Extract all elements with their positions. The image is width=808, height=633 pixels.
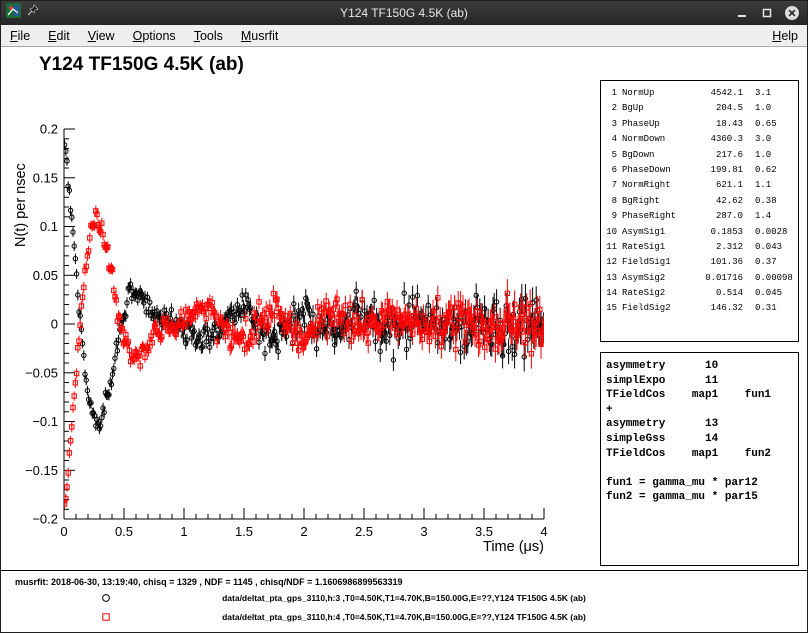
x-tick-label: 3 bbox=[420, 524, 427, 539]
fit-parameters-pave[interactable]: 1NormUp4542.13.12BgUp204.51.03PhaseUp18.… bbox=[600, 80, 799, 342]
legend-row: data/deltat_pta_gps_3110,h:3 ,T0=4.50K,T… bbox=[1, 593, 807, 605]
footer: musrfit: 2018-06-30, 13:19:40, chisq = 1… bbox=[1, 570, 807, 632]
menu-item-musrfit[interactable]: Musrfit bbox=[232, 27, 288, 45]
legend-row: data/deltat_pta_gps_3110,h:4 ,T0=4.50K,T… bbox=[1, 612, 807, 624]
x-tick-label: 2 bbox=[300, 524, 307, 539]
menu-item-options[interactable]: Options bbox=[124, 27, 185, 45]
param-row: 15FieldSig2146.320.31 bbox=[601, 301, 798, 316]
minimize-button[interactable] bbox=[734, 5, 750, 21]
app-icon bbox=[6, 3, 21, 23]
menu-bar-right: Help bbox=[763, 27, 807, 45]
param-row: 5BgDown217.61.0 bbox=[601, 148, 798, 163]
application-window: Y124 TF150G 4.5K (ab) FileEditViewOption… bbox=[0, 0, 808, 633]
menu-item-file[interactable]: File bbox=[1, 27, 39, 45]
x-tick-label: 2.5 bbox=[355, 524, 373, 539]
x-tick-label: 1 bbox=[180, 524, 187, 539]
y-tick-label: −0.1 bbox=[32, 414, 58, 429]
x-tick-label: 1.5 bbox=[235, 524, 253, 539]
menu-item-edit[interactable]: Edit bbox=[39, 27, 79, 45]
param-row: 7NormRight621.11.1 bbox=[601, 178, 798, 193]
menu-item-tools[interactable]: Tools bbox=[185, 27, 232, 45]
param-row: 1NormUp4542.13.1 bbox=[601, 86, 798, 101]
param-row: 4NormDown4360.33.0 bbox=[601, 132, 798, 147]
theory-pave[interactable]: asymmetry 10 simplExpo 11 TFieldCos map1… bbox=[600, 352, 799, 566]
y-axis-title: N(t) per nsec bbox=[13, 163, 29, 247]
param-row: 12FieldSig1101.360.37 bbox=[601, 255, 798, 270]
y-tick-label: 0.05 bbox=[33, 268, 58, 283]
x-tick-label: 3.5 bbox=[475, 524, 493, 539]
y-tick-label: 0.2 bbox=[40, 122, 58, 137]
param-row: 3PhaseUp18.430.65 bbox=[601, 117, 798, 132]
title-bar[interactable]: Y124 TF150G 4.5K (ab) bbox=[1, 1, 807, 25]
menu-bar-left: FileEditViewOptionsToolsMusrfit bbox=[1, 27, 287, 45]
maximize-button[interactable] bbox=[759, 5, 775, 21]
y-tick-label: 0.15 bbox=[33, 170, 58, 185]
legend-marker-circle-icon bbox=[101, 593, 111, 605]
legend-marker-square-icon bbox=[101, 612, 111, 624]
y-tick-label: −0.15 bbox=[25, 463, 58, 478]
param-row: 8BgRight42.620.38 bbox=[601, 194, 798, 209]
param-row: 2BgUp204.51.0 bbox=[601, 101, 798, 116]
pin-icon[interactable] bbox=[27, 4, 39, 22]
param-row: 14RateSig20.5140.045 bbox=[601, 286, 798, 301]
legend-label: data/deltat_pta_gps_3110,h:4 ,T0=4.50K,T… bbox=[222, 612, 586, 622]
fit-stats: musrfit: 2018-06-30, 13:19:40, chisq = 1… bbox=[15, 577, 402, 587]
param-row: 11RateSig12.3120.043 bbox=[601, 240, 798, 255]
param-row: 9PhaseRight287.01.4 bbox=[601, 209, 798, 224]
x-axis-title: Time (μs) bbox=[483, 539, 544, 555]
y-tick-label: −0.05 bbox=[25, 365, 58, 380]
x-tick-label: 4 bbox=[540, 524, 547, 539]
root-canvas[interactable]: Y124 TF150G 4.5K (ab) 00.511.522.533.54−… bbox=[1, 47, 807, 632]
param-row: 13AsymSig20.017160.00098 bbox=[601, 271, 798, 286]
plot[interactable]: 0 0.5 1 1.5 2 2.5 3 3.5 4 −0.2 −0.15 −0.1 −0.05 0 0.05… bbox=[1, 47, 601, 570]
fit-parameters-list: 1NormUp4542.13.12BgUp204.51.03PhaseUp18.… bbox=[601, 86, 798, 317]
window-title: Y124 TF150G 4.5K (ab) bbox=[1, 6, 807, 20]
legend-label: data/deltat_pta_gps_3110,h:3 ,T0=4.50K,T… bbox=[222, 593, 586, 603]
theory-text: asymmetry 10 simplExpo 11 TFieldCos map1… bbox=[601, 353, 798, 505]
param-row: 6PhaseDown199.810.62 bbox=[601, 163, 798, 178]
y-tick-label: −0.2 bbox=[32, 512, 58, 527]
y-tick-label: 0.1 bbox=[40, 219, 58, 234]
menu-item-help[interactable]: Help bbox=[763, 27, 807, 45]
menu-bar: FileEditViewOptionsToolsMusrfit Help bbox=[1, 25, 807, 47]
x-tick-label: 0 bbox=[60, 524, 67, 539]
param-row: 10AsymSig10.18530.0028 bbox=[601, 225, 798, 240]
y-tick-label: 0 bbox=[51, 317, 58, 332]
x-tick-label: 0.5 bbox=[115, 524, 133, 539]
close-button[interactable] bbox=[784, 5, 800, 21]
menu-item-view[interactable]: View bbox=[79, 27, 124, 45]
